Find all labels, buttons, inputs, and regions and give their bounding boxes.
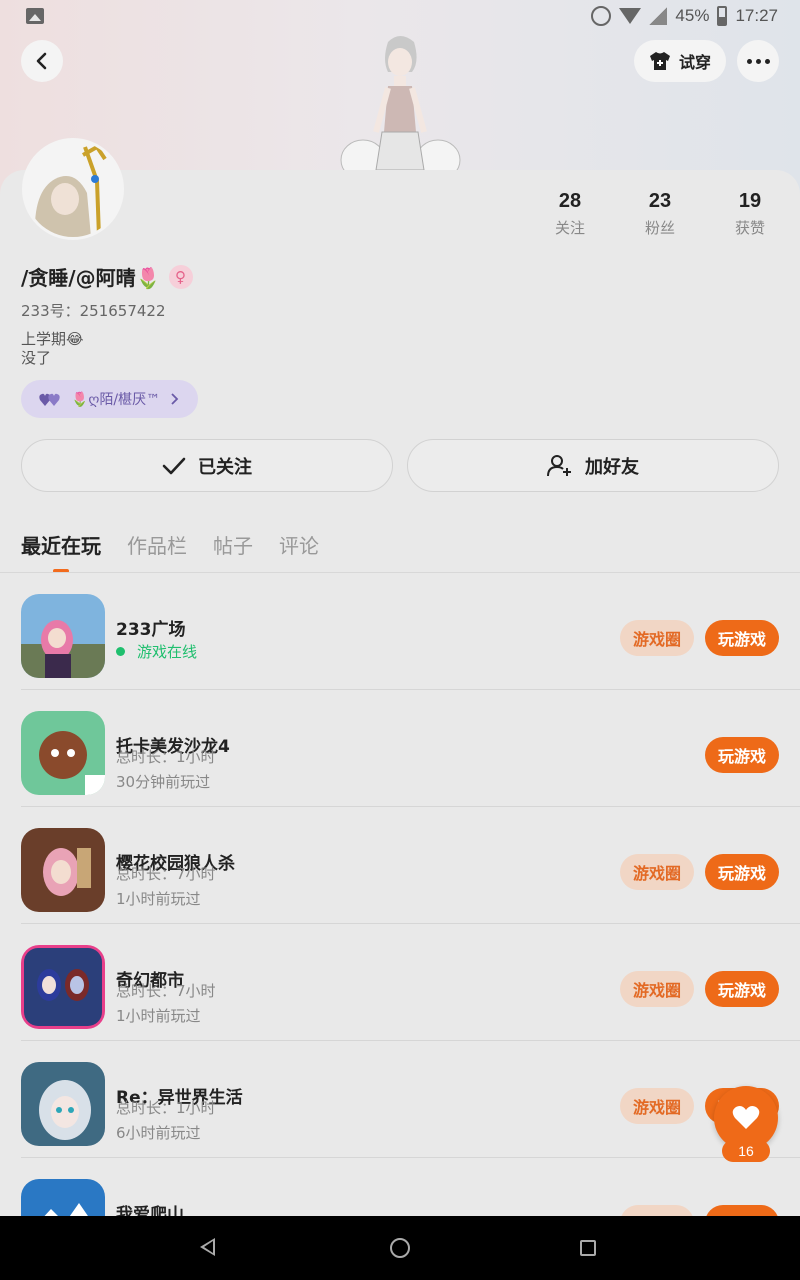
last-played: 6小时前玩过 xyxy=(116,1124,201,1142)
family-tag[interactable]: 🌷ღ陌/椹厌™ xyxy=(21,380,199,418)
try-on-label: 试穿 xyxy=(678,53,711,72)
signal-icon xyxy=(649,7,668,25)
profile-tabs: 最近在玩 作品栏 帖子 评论 xyxy=(21,530,319,573)
game-icon xyxy=(21,945,105,1029)
game-row[interactable]: 托卡美发沙龙4 总时长：1小时 30分钟前玩过 玩游戏 xyxy=(0,690,800,807)
play-duration: 总时长：7小时 xyxy=(116,865,216,883)
following-label: 关注 xyxy=(554,219,585,237)
add-friend-button[interactable]: 加好友 xyxy=(407,439,779,492)
double-heart-icon xyxy=(39,393,60,406)
heart-icon xyxy=(732,1106,760,1129)
tab-comments[interactable]: 评论 xyxy=(279,530,319,559)
stat-likes[interactable]: 19 获赞 xyxy=(715,190,785,238)
more-icon xyxy=(746,58,770,64)
add-user-icon xyxy=(547,454,571,476)
chevron-right-icon xyxy=(171,393,179,405)
user-id: 233号：251657422 xyxy=(21,302,166,320)
online-dot-icon xyxy=(116,647,125,656)
tab-works[interactable]: 作品栏 xyxy=(127,530,187,559)
game-icon xyxy=(21,828,105,912)
nickname-text: /贪睡/@阿晴🌷 xyxy=(21,266,161,290)
battery-percent: 45% xyxy=(675,6,710,25)
wifi-icon xyxy=(619,8,642,24)
tab-recent[interactable]: 最近在玩 xyxy=(21,530,101,573)
game-row[interactable]: Re：异世界生活 总时长：1小时 6小时前玩过 游戏圈 玩游戏 xyxy=(0,1041,800,1158)
nav-recents-icon[interactable] xyxy=(580,1240,596,1256)
game-circle-button[interactable]: 游戏圈 xyxy=(620,971,694,1007)
game-icon xyxy=(21,594,105,678)
following-count: 28 xyxy=(558,190,582,212)
last-played: 1小时前玩过 xyxy=(116,890,201,908)
avatar[interactable] xyxy=(22,138,124,240)
play-duration: 总时长：7小时 xyxy=(116,982,216,1000)
character-figure xyxy=(340,36,461,174)
check-icon xyxy=(162,457,186,474)
play-game-button[interactable]: 玩游戏 xyxy=(705,971,779,1007)
play-duration: 总时长：1小时 xyxy=(116,1099,216,1117)
likes-label: 获赞 xyxy=(734,219,765,237)
chevron-left-icon xyxy=(36,52,47,70)
followed-label: 已关注 xyxy=(198,456,252,478)
last-played: 30分钟前玩过 xyxy=(116,773,211,791)
game-row[interactable]: 樱花校园狼人杀 总时长：7小时 1小时前玩过 游戏圈 玩游戏 xyxy=(0,807,800,924)
likes-count: 19 xyxy=(738,190,762,212)
add-friend-label: 加好友 xyxy=(585,456,639,478)
game-circle-button[interactable]: 游戏圈 xyxy=(620,854,694,890)
stat-following[interactable]: 28 关注 xyxy=(535,190,605,238)
online-status: 游戏在线 xyxy=(116,641,197,662)
game-icon xyxy=(21,1062,105,1146)
female-icon: ♀ xyxy=(168,264,193,289)
shirt-icon xyxy=(649,52,670,70)
followed-button[interactable]: 已关注 xyxy=(21,439,393,492)
gallery-icon xyxy=(26,8,44,24)
status-bar: 45% 17:27 xyxy=(0,0,800,34)
system-nav-bar xyxy=(0,1216,800,1280)
game-circle-button[interactable]: 游戏圈 xyxy=(620,1088,694,1124)
data-saver-icon xyxy=(591,6,612,26)
bio: 上学期😂 没了 xyxy=(21,330,84,368)
family-tag-label: 🌷ღ陌/椹厌™ xyxy=(71,392,161,408)
nav-back-icon[interactable] xyxy=(200,1238,215,1256)
game-name: 233广场 xyxy=(116,620,186,640)
last-played: 1小时前玩过 xyxy=(116,1007,201,1025)
game-row[interactable]: 233广场 游戏在线 游戏圈 玩游戏 xyxy=(0,573,800,690)
try-on-button[interactable]: 试穿 xyxy=(634,40,726,82)
play-game-button[interactable]: 玩游戏 xyxy=(705,854,779,890)
back-button[interactable] xyxy=(21,40,63,82)
stat-followers[interactable]: 23 粉丝 xyxy=(625,190,695,238)
more-button[interactable] xyxy=(737,40,779,82)
game-row[interactable]: 奇幻都市 总时长：7小时 1小时前玩过 游戏圈 玩游戏 xyxy=(0,924,800,1041)
tab-posts[interactable]: 帖子 xyxy=(213,530,253,559)
followers-count: 23 xyxy=(648,190,672,212)
play-game-button[interactable]: 玩游戏 xyxy=(705,620,779,656)
battery-icon xyxy=(717,6,728,26)
game-icon xyxy=(21,711,105,795)
like-count: 16 xyxy=(722,1140,770,1162)
bio-line-1: 上学期😂 xyxy=(21,330,84,348)
nav-home-icon[interactable] xyxy=(390,1238,410,1258)
followers-label: 粉丝 xyxy=(644,219,675,237)
play-duration: 总时长：1小时 xyxy=(116,748,216,766)
nickname: /贪睡/@阿晴🌷 ♀ xyxy=(21,262,193,291)
bio-line-2: 没了 xyxy=(21,349,52,367)
play-game-button[interactable]: 玩游戏 xyxy=(705,737,779,773)
game-circle-button[interactable]: 游戏圈 xyxy=(620,620,694,656)
clock: 17:27 xyxy=(735,6,778,25)
